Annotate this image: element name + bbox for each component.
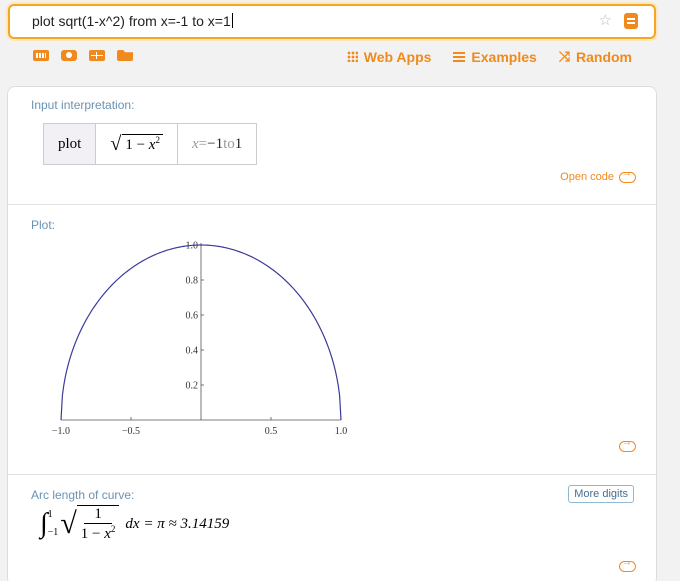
open-code-link[interactable]: Open code (560, 168, 636, 183)
grid-icon (346, 51, 358, 62)
input-mode-toolbar (33, 50, 133, 61)
pod-title: Arc length of curve: (31, 488, 135, 502)
y-tick-label: 0.8 (186, 276, 199, 287)
sqrt-symbol: √ (110, 132, 122, 155)
arc-length-pod: Arc length of curve: More digits ∫ 1 −1 √… (8, 475, 656, 581)
arc-export-button[interactable] (619, 557, 636, 572)
y-tick-label: 0.2 (186, 381, 199, 392)
function-plot: −1.0 −0.5 0.5 1.00.20.40.60.81.0 (52, 241, 348, 438)
results-card: Input interpretation: plot √ 1 − x2 x = −… (7, 86, 657, 581)
table-icon[interactable] (89, 50, 105, 61)
keyword-cell: plot (44, 124, 97, 164)
interpretation-table: plot √ 1 − x2 x = −1 to 1 (43, 123, 258, 165)
cloud-export-icon (619, 557, 636, 572)
list-icon (453, 51, 466, 62)
cloud-export-icon (619, 437, 636, 452)
x-tick-label: −1.0 (52, 426, 70, 437)
search-input[interactable]: plot sqrt(1-x^2) from x=-1 to x=1 (32, 13, 233, 29)
plot-export-button[interactable] (619, 437, 636, 452)
search-bar[interactable]: plot sqrt(1-x^2) from x=-1 to x=1 ☆ (8, 4, 656, 39)
plot-pod: Plot: −1.0 −0.5 0.5 1.0 0.2 0.4 0.6 0.8 1.0 (8, 205, 656, 475)
web-apps-link[interactable]: Web Apps (346, 48, 431, 65)
folder-icon[interactable] (117, 50, 133, 61)
camera-icon[interactable] (61, 50, 77, 61)
random-link[interactable]: ⤨ Random (559, 48, 632, 65)
fraction: 1 1 − x2 (76, 505, 120, 543)
more-digits-button[interactable]: More digits (568, 485, 634, 503)
examples-link[interactable]: Examples (453, 48, 537, 65)
x-tick-label: 1.0 (335, 426, 348, 437)
expression-cell: √ 1 − x2 (96, 124, 178, 164)
top-nav: Web Apps Examples ⤨ Random (346, 48, 632, 65)
pod-title: Input interpretation: (31, 98, 135, 112)
y-tick-label: 0.4 (186, 346, 199, 357)
integral-sign: ∫ (40, 508, 48, 539)
x-tick-label: −0.5 (122, 426, 140, 437)
favorite-star-icon[interactable]: ☆ (599, 11, 612, 29)
input-interpretation-pod: Input interpretation: plot √ 1 − x2 x = −… (8, 87, 656, 205)
text-caret (231, 13, 233, 28)
pod-title: Plot: (31, 218, 56, 232)
range-cell: x = −1 to 1 (191, 135, 243, 152)
shuffle-icon: ⤨ (558, 48, 570, 64)
cloud-export-icon (619, 168, 636, 183)
keyboard-icon[interactable] (33, 50, 49, 61)
radicand: 1 − x2 (122, 134, 163, 154)
compute-button[interactable] (624, 13, 638, 29)
arc-length-formula: ∫ 1 −1 √ 1 1 − x2 dx = π ≈ 3.14159 (40, 505, 229, 543)
x-tick-label: 0.5 (265, 426, 278, 437)
integral-limits: 1 −1 (47, 509, 59, 538)
y-tick-label: 0.6 (186, 311, 199, 322)
sqrt-symbol: √ (60, 507, 77, 540)
arc-result: dx = π ≈ 3.14159 (125, 515, 230, 532)
